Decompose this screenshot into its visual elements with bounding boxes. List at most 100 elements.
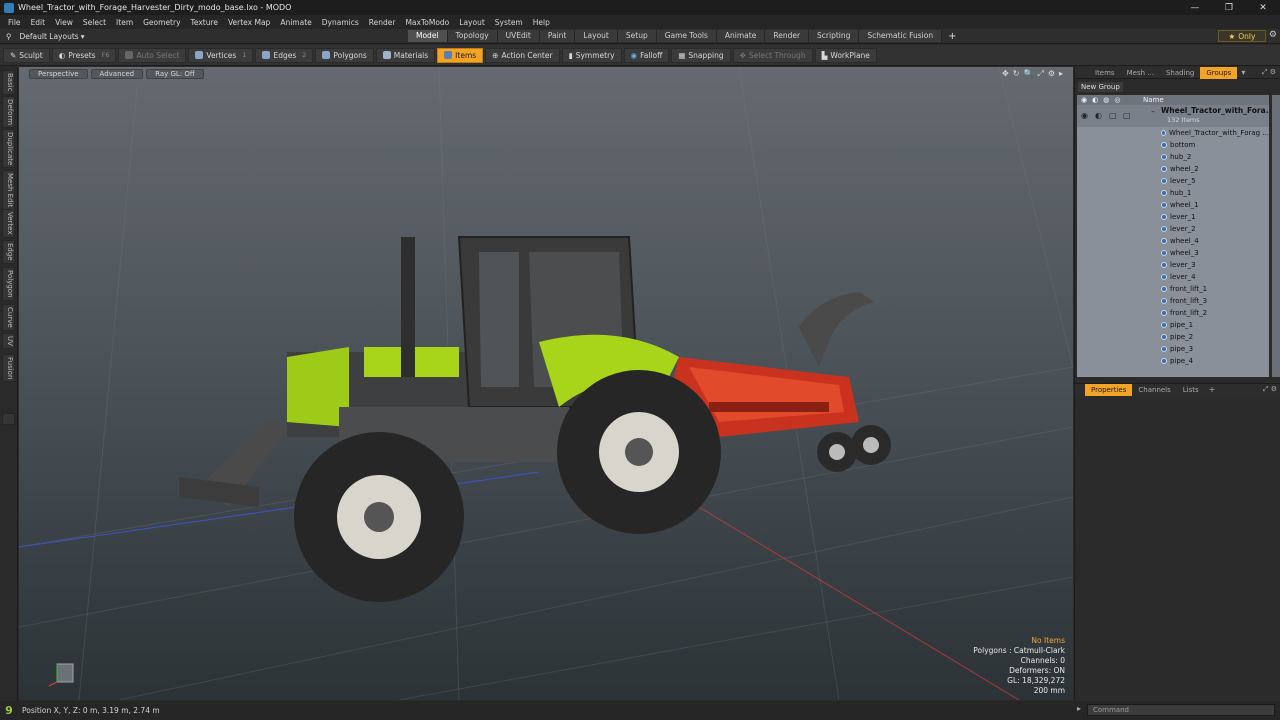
tree-item[interactable]: wheel_2 (1077, 163, 1269, 175)
menu-layout[interactable]: Layout (454, 18, 490, 27)
vtab-edge[interactable]: Edge (2, 240, 15, 264)
tree-item[interactable]: front_lift_2 (1077, 307, 1269, 319)
shading-mode-button[interactable]: Advanced (90, 69, 144, 79)
edges-button[interactable]: Edges 2 (255, 47, 314, 63)
menu-vertex-map[interactable]: Vertex Map (223, 18, 275, 27)
root-lock-icon[interactable]: ▢ (1109, 111, 1117, 120)
vtab-curve[interactable]: Curve (2, 304, 15, 331)
sculpt-button[interactable]: ✎ Sculpt (3, 47, 50, 63)
snapping-button[interactable]: ▦ Snapping (671, 47, 731, 63)
vtab-fusion[interactable]: Fusion (2, 354, 15, 383)
tab-topology[interactable]: Topology (447, 30, 498, 42)
falloff-button[interactable]: ◉ Falloff (623, 47, 670, 63)
panel-chevron-icon[interactable]: ▾ (1241, 68, 1245, 77)
root-render-icon[interactable]: ◐ (1095, 111, 1102, 120)
rotate-icon[interactable]: ↻ (1013, 69, 1020, 79)
tree-item[interactable]: front_lift_1 (1077, 283, 1269, 295)
root-visibility-icon[interactable]: ◉ (1081, 111, 1088, 120)
3d-viewport[interactable]: Perspective Advanced Ray GL: Off ✥ ↻ 🔍 ⤢… (19, 67, 1073, 700)
vertices-button[interactable]: Vertices 1 (188, 47, 254, 63)
tree-item[interactable]: wheel_3 (1077, 247, 1269, 259)
viewport-menu-arrow-icon[interactable]: ▸ (1059, 69, 1063, 79)
tree-item[interactable]: lever_2 (1077, 223, 1269, 235)
zoom-icon[interactable]: 🔍 (1023, 69, 1033, 79)
items-button[interactable]: Items (437, 47, 484, 63)
tree-item[interactable]: lever_4 (1077, 271, 1269, 283)
tree-item[interactable]: Wheel_Tractor_with_Forag ... (1077, 127, 1269, 139)
menu-select[interactable]: Select (78, 18, 111, 27)
close-button[interactable]: ✕ (1246, 0, 1280, 15)
tab-animate[interactable]: Animate (716, 30, 766, 42)
add-panel-tab-icon[interactable]: + (1209, 385, 1216, 394)
polygons-button[interactable]: Polygons (315, 47, 374, 63)
tab-model[interactable]: Model (408, 30, 448, 42)
default-layouts-dropdown[interactable]: ⚲ Default Layouts ▾ (0, 32, 118, 41)
tree-item[interactable]: lever_5 (1077, 175, 1269, 187)
name-column-header[interactable]: Name (1143, 95, 1164, 105)
menu-system[interactable]: System (490, 18, 528, 27)
menu-view[interactable]: View (50, 18, 78, 27)
tree-scrollbar[interactable] (1272, 95, 1280, 377)
tree-item[interactable]: lever_1 (1077, 211, 1269, 223)
menu-maxtomodo[interactable]: MaxToModo (400, 18, 454, 27)
command-history-arrow-icon[interactable]: ▸ (1077, 704, 1081, 713)
maximize-button[interactable]: ❐ (1212, 0, 1246, 15)
tree-item[interactable]: hub_1 (1077, 187, 1269, 199)
eye-icon[interactable]: ◉ (1081, 95, 1087, 105)
tree-item[interactable]: pipe_2 (1077, 331, 1269, 343)
tab-items[interactable]: Items (1089, 67, 1121, 79)
vtab-vertex[interactable]: Vertex (2, 209, 15, 238)
vtab-duplicate[interactable]: Duplicate (2, 129, 15, 169)
menu-edit[interactable]: Edit (26, 18, 51, 27)
tree-item[interactable]: wheel_1 (1077, 199, 1269, 211)
menu-dynamics[interactable]: Dynamics (317, 18, 364, 27)
auto-select-button[interactable]: Auto Select (118, 47, 187, 63)
vtab-polygon[interactable]: Polygon (2, 267, 15, 301)
menu-texture[interactable]: Texture (186, 18, 223, 27)
raygl-button[interactable]: Ray GL: Off (146, 69, 204, 79)
tree-item[interactable]: front_lift_3 (1077, 295, 1269, 307)
root-select-icon[interactable]: ▢ (1123, 111, 1131, 120)
tab-channels[interactable]: Channels (1132, 384, 1176, 396)
view-mode-button[interactable]: Perspective (29, 69, 88, 79)
tab-mesh[interactable]: Mesh ... (1121, 67, 1160, 79)
fit-icon[interactable]: ⤢ (1037, 69, 1043, 79)
tab-setup[interactable]: Setup (617, 30, 657, 42)
tree-item[interactable]: bottom (1077, 139, 1269, 151)
select-through-button[interactable]: ✥ Select Through (732, 47, 813, 63)
menu-geometry[interactable]: Geometry (138, 18, 185, 27)
render-icon[interactable]: ◐ (1092, 95, 1098, 105)
tree-item[interactable]: pipe_4 (1077, 355, 1269, 367)
tab-paint[interactable]: Paint (539, 30, 576, 42)
properties-expand-icon[interactable]: ⤢ ⚙ (1263, 385, 1280, 394)
tab-properties[interactable]: Properties (1085, 383, 1133, 396)
tab-render[interactable]: Render (765, 30, 810, 42)
lock-icon[interactable]: ◍ (1103, 95, 1109, 105)
materials-button[interactable]: Materials (375, 47, 436, 63)
add-tab-icon[interactable]: + (948, 31, 956, 42)
tree-item[interactable]: pipe_3 (1077, 343, 1269, 355)
menu-file[interactable]: File (3, 18, 26, 27)
vtab-basic[interactable]: Basic (2, 70, 15, 95)
vtab-uv[interactable]: UV (2, 333, 15, 349)
vtab-deform[interactable]: Deform (2, 96, 15, 129)
new-group-button[interactable]: New Group (1078, 82, 1123, 92)
pan-icon[interactable]: ✥ (1002, 69, 1009, 79)
workplane-button[interactable]: ▙ WorkPlane (814, 47, 877, 63)
menu-help[interactable]: Help (528, 18, 555, 27)
gear-icon[interactable]: ⚙ (1269, 30, 1277, 40)
tree-item[interactable]: pipe_1 (1077, 319, 1269, 331)
tab-scripting[interactable]: Scripting (809, 30, 860, 42)
menu-render[interactable]: Render (364, 18, 401, 27)
action-center-button[interactable]: ⊕ Action Center (485, 47, 560, 63)
tree-item[interactable]: hub_2 (1077, 151, 1269, 163)
tab-layout[interactable]: Layout (575, 30, 618, 42)
menu-animate[interactable]: Animate (275, 18, 316, 27)
vtab-extra[interactable] (2, 413, 15, 425)
tab-groups[interactable]: Groups (1200, 66, 1238, 79)
tree-item[interactable]: wheel_4 (1077, 235, 1269, 247)
symmetry-button[interactable]: ▮ Symmetry (561, 47, 622, 63)
tab-game-tools[interactable]: Game Tools (656, 30, 717, 42)
minimize-button[interactable]: — (1178, 0, 1212, 15)
command-input[interactable]: Command (1087, 704, 1275, 716)
